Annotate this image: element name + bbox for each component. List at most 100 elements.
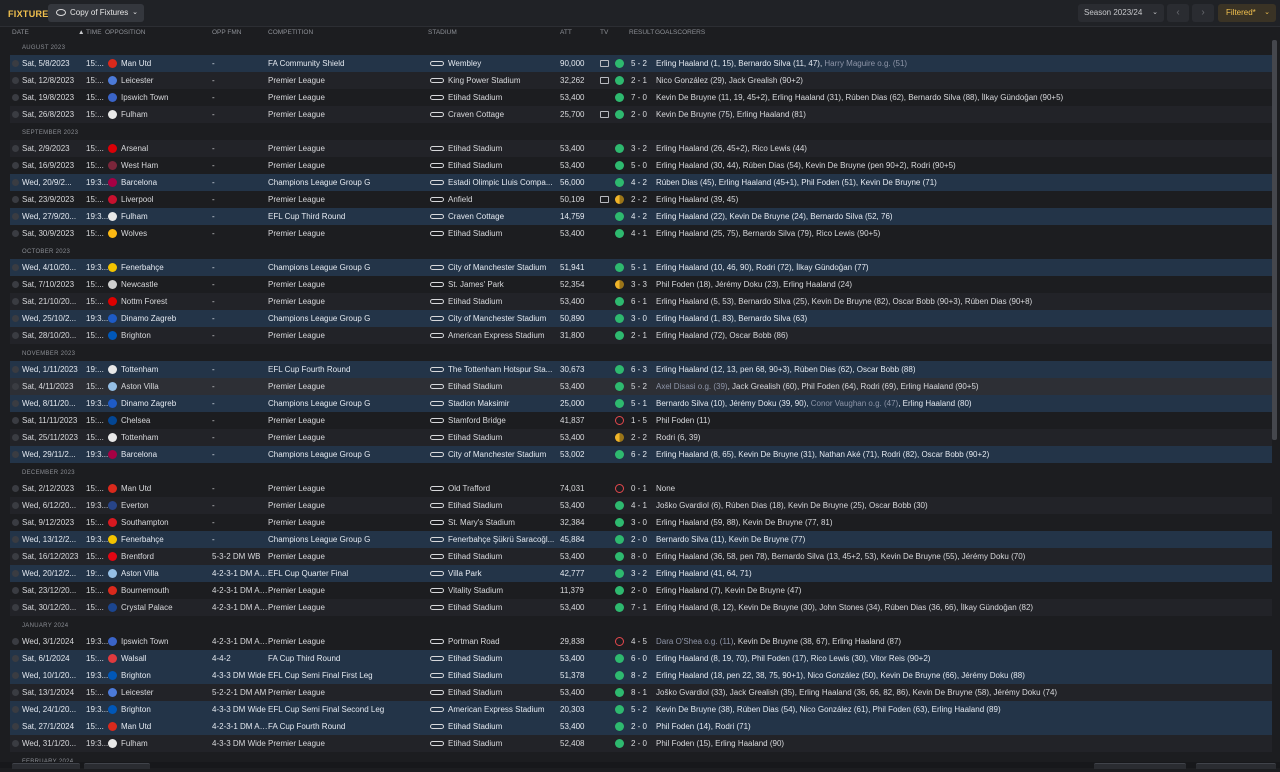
season-dropdown[interactable]: Season 2023/24 ⌄ — [1078, 4, 1164, 22]
select-dot-icon[interactable] — [12, 213, 19, 220]
stadium-link[interactable]: Etihad Stadium — [448, 225, 562, 242]
opposition-link[interactable]: Dinamo Zagreb — [121, 310, 216, 327]
competition-link[interactable]: Champions League Group G — [268, 395, 428, 412]
fixture-row[interactable]: Wed, 20/9/2... 19:3... Barcelona - Champions… — [10, 174, 1272, 191]
select-dot-icon[interactable] — [12, 332, 19, 339]
result-score[interactable]: 4 - 2 — [631, 208, 657, 225]
bottom-button-3[interactable] — [1094, 763, 1186, 769]
opposition-link[interactable]: Fenerbahçe — [121, 531, 216, 548]
opposition-link[interactable]: Liverpool — [121, 191, 216, 208]
fixture-row[interactable]: Wed, 13/12/2... 19:3... Fenerbahçe - Champio… — [10, 531, 1272, 548]
stadium-link[interactable]: St. Mary's Stadium — [448, 514, 562, 531]
opposition-link[interactable]: Everton — [121, 497, 216, 514]
col-header-time[interactable]: TIME — [86, 29, 102, 36]
competition-link[interactable]: Premier League — [268, 480, 428, 497]
stadium-link[interactable]: St. James' Park — [448, 276, 562, 293]
competition-link[interactable]: Premier League — [268, 293, 428, 310]
fixture-row[interactable]: Wed, 25/10/2... 19:3... Dinamo Zagreb - Cham… — [10, 310, 1272, 327]
stadium-link[interactable]: Etihad Stadium — [448, 429, 562, 446]
col-header-opposition[interactable]: OPPOSITION — [105, 29, 145, 36]
opposition-link[interactable]: Wolves — [121, 225, 216, 242]
stadium-link[interactable]: Etihad Stadium — [448, 667, 562, 684]
result-score[interactable]: 5 - 0 — [631, 157, 657, 174]
competition-link[interactable]: Premier League — [268, 72, 428, 89]
stadium-link[interactable]: Etihad Stadium — [448, 293, 562, 310]
opposition-link[interactable]: Southampton — [121, 514, 216, 531]
result-score[interactable]: 4 - 5 — [631, 633, 657, 650]
opposition-link[interactable]: Nottm Forest — [121, 293, 216, 310]
stadium-link[interactable]: Stamford Bridge — [448, 412, 562, 429]
fixture-row[interactable]: Sat, 2/12/2023 15:... Man Utd - Premier Leag… — [10, 480, 1272, 497]
result-score[interactable]: 3 - 0 — [631, 310, 657, 327]
fixture-row[interactable]: Sat, 30/9/2023 15:... Wolves - Premier Leagu… — [10, 225, 1272, 242]
competition-link[interactable]: Premier League — [268, 225, 428, 242]
opposition-link[interactable]: Brentford — [121, 548, 216, 565]
competition-link[interactable]: Premier League — [268, 548, 428, 565]
result-score[interactable]: 4 - 1 — [631, 497, 657, 514]
select-dot-icon[interactable] — [12, 451, 19, 458]
stadium-link[interactable]: Estadi Olimpic Lluis Compa... — [448, 174, 562, 191]
stadium-link[interactable]: Wembley — [448, 55, 562, 72]
result-score[interactable]: 2 - 0 — [631, 735, 657, 752]
select-dot-icon[interactable] — [12, 536, 19, 543]
fixture-row[interactable]: Wed, 27/9/20... 19:3... Fulham - EFL Cup Thi… — [10, 208, 1272, 225]
result-score[interactable]: 5 - 1 — [631, 259, 657, 276]
result-score[interactable]: 2 - 0 — [631, 106, 657, 123]
competition-link[interactable]: EFL Cup Third Round — [268, 208, 428, 225]
result-score[interactable]: 8 - 0 — [631, 548, 657, 565]
opposition-link[interactable]: Fulham — [121, 208, 216, 225]
fixture-row[interactable]: Wed, 10/1/20... 19:3... Brighton 4-3-3 DM W… — [10, 667, 1272, 684]
stadium-link[interactable]: Portman Road — [448, 633, 562, 650]
select-dot-icon[interactable] — [12, 570, 19, 577]
col-header-competition[interactable]: COMPETITION — [268, 29, 313, 36]
fixture-row[interactable]: Sat, 9/12/2023 15:... Southampton - Premier … — [10, 514, 1272, 531]
competition-link[interactable]: Premier League — [268, 582, 428, 599]
opposition-link[interactable]: Barcelona — [121, 446, 216, 463]
competition-link[interactable]: Premier League — [268, 412, 428, 429]
fixture-row[interactable]: Wed, 29/11/2... 19:3... Barcelona - Champion… — [10, 446, 1272, 463]
competition-link[interactable]: Premier League — [268, 735, 428, 752]
select-dot-icon[interactable] — [12, 689, 19, 696]
stadium-link[interactable]: Etihad Stadium — [448, 735, 562, 752]
select-dot-icon[interactable] — [12, 417, 19, 424]
select-dot-icon[interactable] — [12, 672, 19, 679]
fixture-row[interactable]: Sat, 6/1/2024 15:... Walsall 4-4-2 FA Cup Th… — [10, 650, 1272, 667]
select-dot-icon[interactable] — [12, 315, 19, 322]
select-dot-icon[interactable] — [12, 519, 19, 526]
opposition-link[interactable]: Newcastle — [121, 276, 216, 293]
scrollbar-thumb[interactable] — [1272, 40, 1277, 440]
result-score[interactable]: 2 - 1 — [631, 327, 657, 344]
result-score[interactable]: 3 - 2 — [631, 565, 657, 582]
result-score[interactable]: 2 - 2 — [631, 191, 657, 208]
fixture-row[interactable]: Sat, 27/1/2024 15:... Man Utd 4-2-3-1 DM AM… — [10, 718, 1272, 735]
stadium-link[interactable]: Villa Park — [448, 565, 562, 582]
result-score[interactable]: 2 - 1 — [631, 72, 657, 89]
competition-link[interactable]: Premier League — [268, 497, 428, 514]
fixture-row[interactable]: Sat, 13/1/2024 15:... Leicester 5-2-2-1 DM … — [10, 684, 1272, 701]
select-dot-icon[interactable] — [12, 111, 19, 118]
select-dot-icon[interactable] — [12, 366, 19, 373]
opposition-link[interactable]: Dinamo Zagreb — [121, 395, 216, 412]
opposition-link[interactable]: Tottenham — [121, 429, 216, 446]
opposition-link[interactable]: Brighton — [121, 701, 216, 718]
opposition-link[interactable]: Tottenham — [121, 361, 216, 378]
fixture-row[interactable]: Wed, 4/10/20... 19:3... Fenerbahçe - Champio… — [10, 259, 1272, 276]
stadium-link[interactable]: Etihad Stadium — [448, 89, 562, 106]
competition-link[interactable]: Premier League — [268, 89, 428, 106]
result-score[interactable]: 7 - 0 — [631, 89, 657, 106]
select-dot-icon[interactable] — [12, 179, 19, 186]
previous-season-button[interactable]: ‹ — [1167, 4, 1189, 22]
select-dot-icon[interactable] — [12, 383, 19, 390]
select-dot-icon[interactable] — [12, 145, 19, 152]
select-dot-icon[interactable] — [12, 638, 19, 645]
competition-link[interactable]: EFL Cup Fourth Round — [268, 361, 428, 378]
fixture-row[interactable]: Wed, 20/12/2... 19:... Aston Villa 4-2-3-1 … — [10, 565, 1272, 582]
competition-link[interactable]: Premier League — [268, 633, 428, 650]
stadium-link[interactable]: The Tottenham Hotspur Sta... — [448, 361, 562, 378]
opposition-link[interactable]: Barcelona — [121, 174, 216, 191]
opposition-link[interactable]: Aston Villa — [121, 378, 216, 395]
result-score[interactable]: 4 - 2 — [631, 174, 657, 191]
fixture-row[interactable]: Sat, 23/9/2023 15:... Liverpool - Premier Le… — [10, 191, 1272, 208]
col-header-result[interactable]: RESULT — [629, 29, 654, 36]
opposition-link[interactable]: Fulham — [121, 106, 216, 123]
